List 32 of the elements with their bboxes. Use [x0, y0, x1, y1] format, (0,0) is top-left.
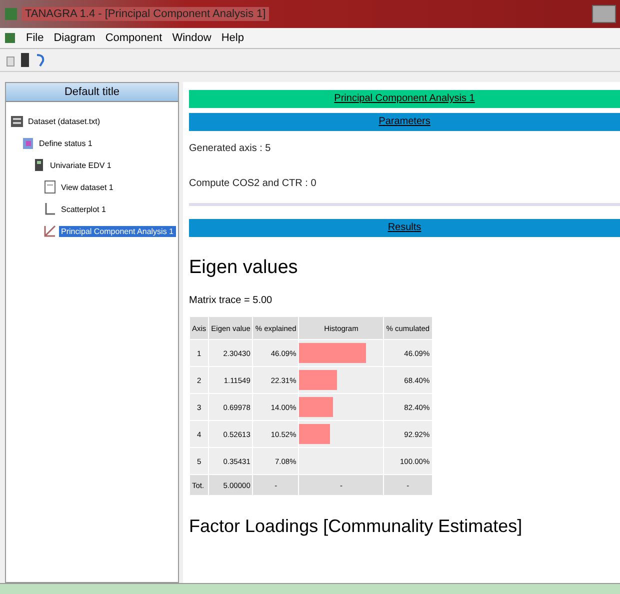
- refresh-icon[interactable]: [34, 52, 46, 68]
- panel-title: Default title: [6, 83, 178, 102]
- app-icon: [4, 32, 16, 44]
- section-bar: Results: [189, 219, 620, 237]
- section-heading: Factor Loadings [Communality Estimates]: [189, 516, 524, 537]
- status-node-icon: [21, 136, 35, 150]
- stats-node-icon: [32, 158, 46, 172]
- dataset-node-icon: [10, 114, 24, 128]
- window-title: TANAGRA 1.4 - [Principal Component Analysis 1]: [22, 7, 269, 21]
- menu-item[interactable]: Help: [221, 32, 244, 44]
- tree-item[interactable]: Scatterplot 1: [59, 204, 108, 214]
- menu-item[interactable]: File: [26, 32, 44, 44]
- menu-item[interactable]: Window: [172, 32, 212, 44]
- view-node-icon: [43, 180, 57, 194]
- close-button[interactable]: [592, 5, 616, 23]
- tree-item[interactable]: Dataset (dataset.txt): [26, 116, 102, 126]
- tree-item[interactable]: Principal Component Analysis 1: [59, 226, 176, 236]
- menu-item[interactable]: Diagram: [54, 32, 96, 44]
- tree-item[interactable]: View dataset 1: [59, 182, 116, 192]
- plot-node-icon: [43, 202, 57, 216]
- app-icon: [4, 7, 18, 21]
- parameter-text: Generated axis : 5: [189, 143, 272, 154]
- section-bar: Parameters: [189, 113, 620, 131]
- parameter-text: Compute COS2 and CTR : 0: [189, 178, 318, 189]
- tree-item[interactable]: Univariate EDV 1: [48, 160, 114, 170]
- pca-node-icon: [43, 224, 57, 238]
- tree-item[interactable]: Define status 1: [37, 138, 94, 148]
- save-icon[interactable]: [20, 52, 30, 68]
- trace-text: Matrix trace = 5.00: [189, 295, 274, 306]
- report-title-bar: Principal Component Analysis 1: [189, 90, 620, 108]
- section-heading: Eigen values: [189, 257, 299, 279]
- menu-item[interactable]: Component: [105, 32, 162, 44]
